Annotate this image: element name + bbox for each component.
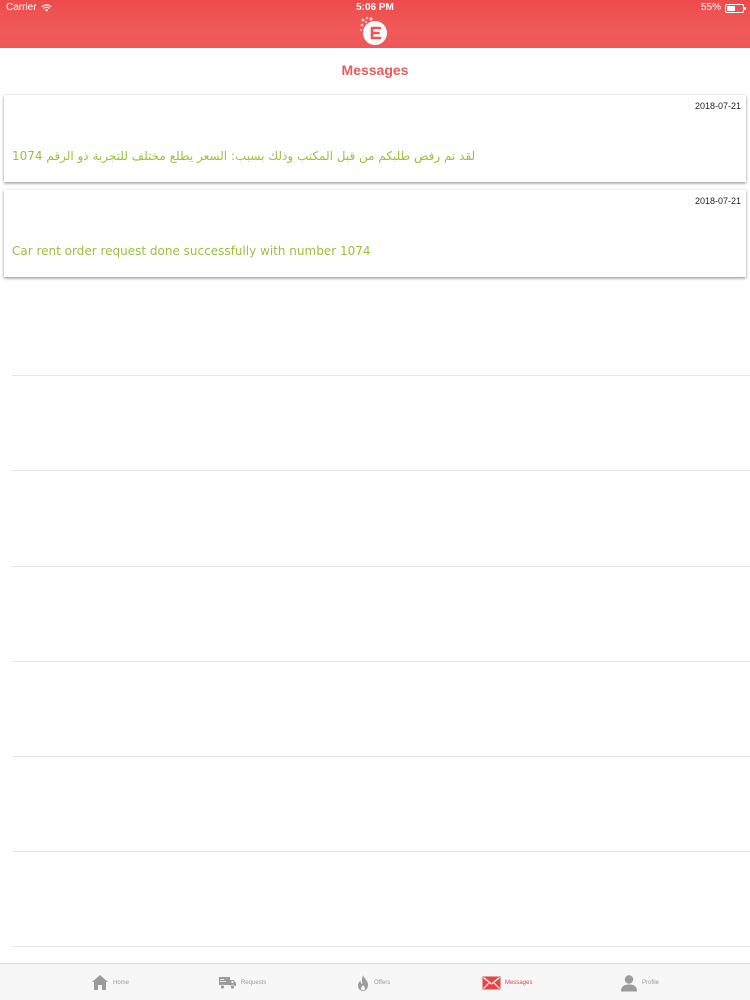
truck-icon [219, 977, 236, 990]
battery-level [727, 6, 735, 11]
tab-offers-label: Offers [374, 979, 391, 986]
tab-profile-label: Profile [642, 979, 660, 986]
message-date: 2018-07-21 [694, 196, 741, 206]
home-icon [92, 975, 108, 990]
tab-bar: Home Requests Offers Messages Profile [0, 963, 750, 1000]
battery-percent: 55% [700, 2, 721, 13]
person-icon [621, 974, 637, 991]
envelope-icon [482, 976, 501, 989]
status-time: 5:06 PM [356, 2, 394, 13]
message-text: لقد تم رفض طلبكم من قبل المكتب وذلك بسبب… [12, 149, 476, 163]
list-separator [12, 661, 750, 662]
tab-home[interactable]: Home [91, 964, 129, 1000]
message-date: 2018-07-21 [694, 101, 741, 111]
tab-offers[interactable]: Offers [356, 964, 390, 1000]
tab-messages-label: Messages [505, 979, 533, 986]
status-bar: Carrier 5:06 PM 55% [0, 0, 750, 16]
tab-profile[interactable]: Profile [620, 964, 659, 1000]
page-title: Messages [341, 62, 409, 78]
list-separator [12, 566, 750, 567]
flame-icon [358, 974, 368, 991]
message-card[interactable]: 2018-07-21 Car rent order request done s… [4, 190, 746, 277]
status-right: 55% [700, 0, 746, 16]
battery-icon [725, 4, 746, 13]
list-separator [12, 375, 750, 376]
tab-messages[interactable]: Messages [482, 964, 532, 1000]
tab-requests-label: Requests [241, 979, 267, 986]
tab-home-label: Home [113, 979, 130, 986]
top-header: Carrier 5:06 PM 55% [0, 0, 750, 48]
message-card[interactable]: 2018-07-21 لقد تم رفض طلبكم من قبل المكت… [4, 95, 746, 182]
tab-requests[interactable]: Requests [218, 964, 266, 1000]
list-separator [12, 470, 750, 471]
message-text: Car rent order request done successfully… [12, 244, 371, 258]
messages-list: 2018-07-21 لقد تم رفض طلبكم من قبل المكت… [4, 95, 746, 285]
list-separator [12, 756, 750, 757]
list-separator [12, 851, 750, 852]
list-separator [12, 946, 750, 947]
app-logo-icon [360, 16, 387, 45]
